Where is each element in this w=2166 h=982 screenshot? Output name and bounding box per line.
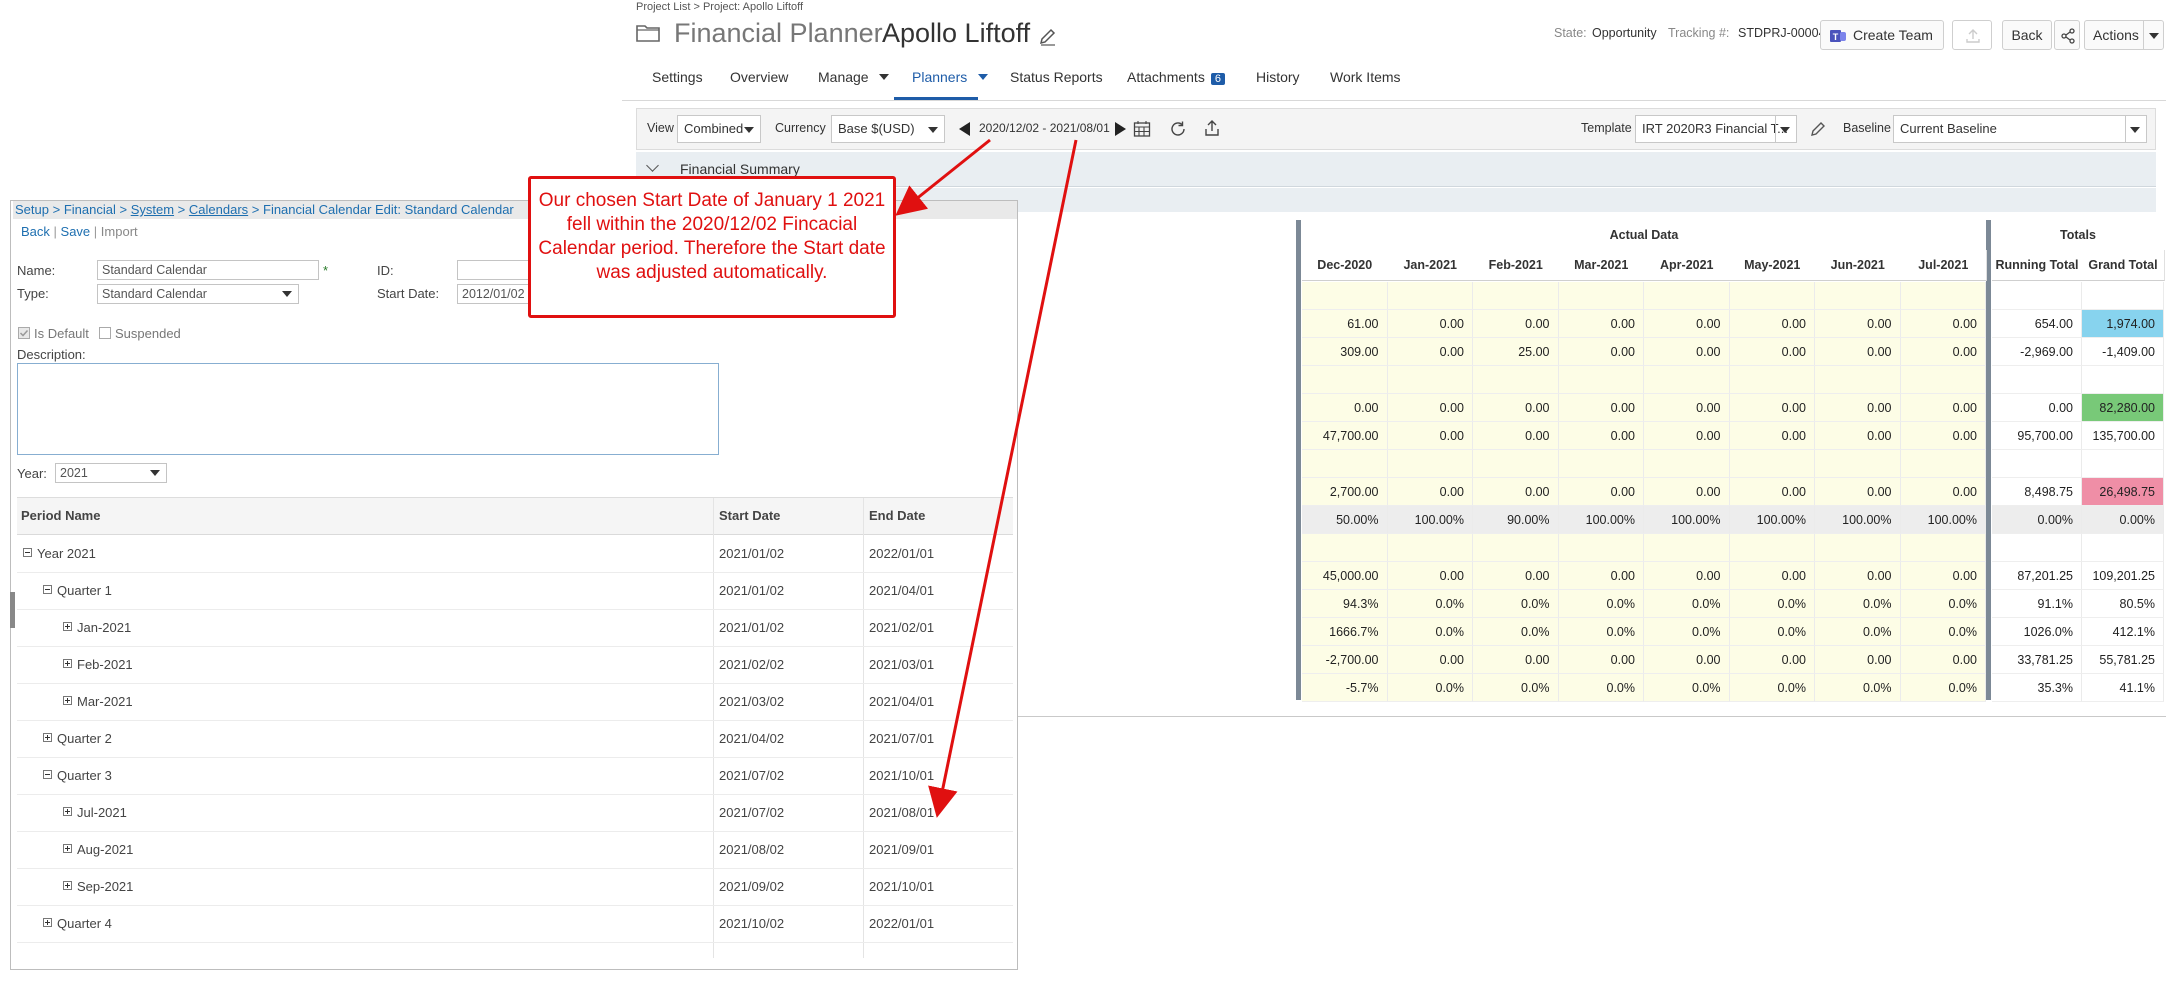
annotation-callout: Our chosen Start Date of January 1 2021 …: [528, 176, 896, 318]
annotation-arrows: [895, 138, 1078, 818]
arrow-to-jul-period: [928, 139, 1078, 818]
arrow-to-callout: [895, 138, 991, 216]
